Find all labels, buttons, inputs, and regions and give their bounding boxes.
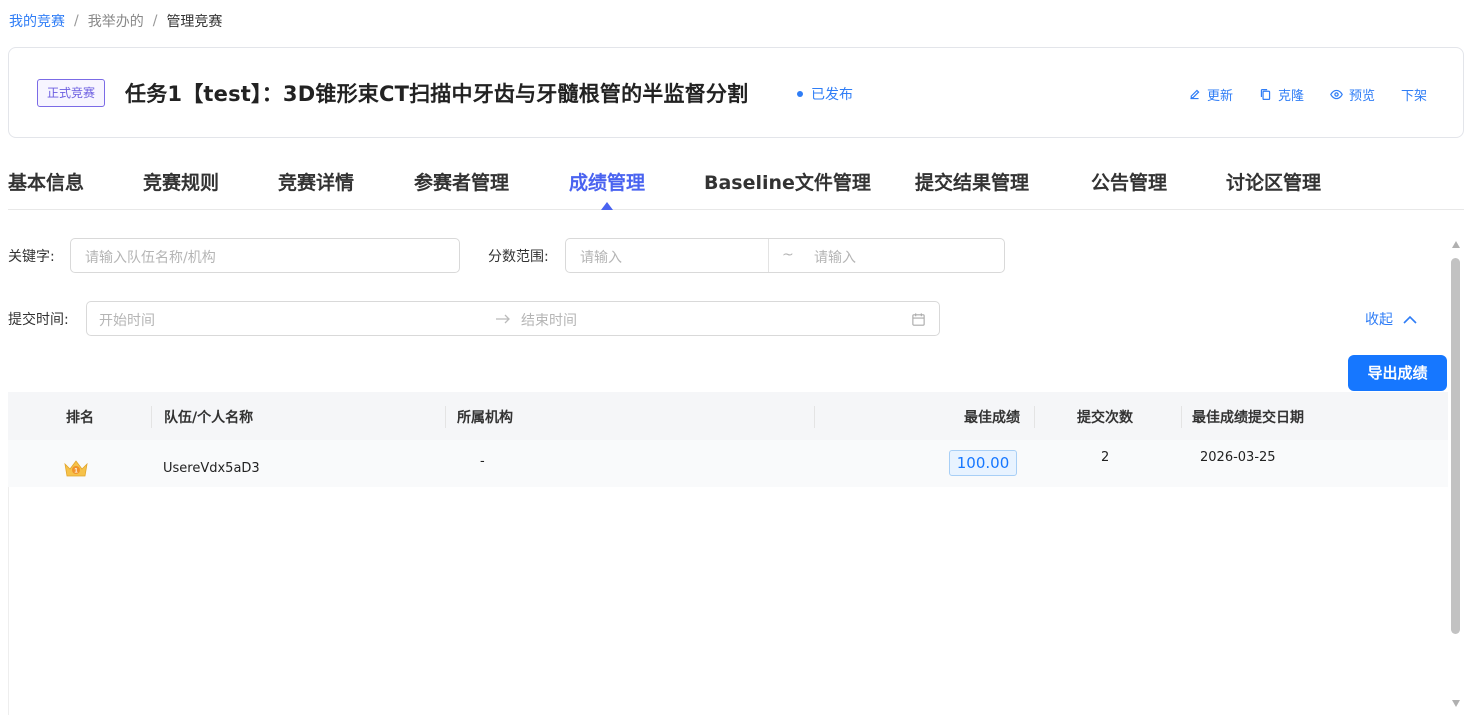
unpublish-label: 下架: [1400, 89, 1427, 104]
score-max-input[interactable]: 请输入: [814, 247, 856, 267]
export-scores-button[interactable]: 导出成绩: [1348, 355, 1447, 391]
panel-border: [8, 487, 9, 715]
official-competition-tag: 正式竞赛: [37, 79, 106, 107]
tab-submissions[interactable]: 提交结果管理: [915, 168, 1029, 195]
status-label: 已发布: [811, 87, 853, 103]
competition-title: 任务1【test】：3D锥形束CT扫描中牙齿与牙髓根管的半监督分割: [125, 82, 749, 106]
edit-icon: [1190, 89, 1200, 100]
range-separator: ~: [782, 247, 794, 263]
tab-discussion[interactable]: 讨论区管理: [1226, 168, 1321, 195]
breadcrumb-my-competitions[interactable]: 我的竞赛: [9, 11, 65, 31]
preview-button[interactable]: 预览: [1330, 85, 1375, 104]
update-label: 更新: [1206, 89, 1233, 104]
header-actions: 更新 克隆 预览 下架: [1188, 85, 1427, 104]
table-row[interactable]: 1 UsereVdx5aD3 - 100.00 2 2026-03-25: [8, 440, 1448, 487]
column-submission-count: 提交次数: [1077, 410, 1133, 426]
breadcrumb-separator: /: [74, 13, 79, 29]
tab-basic-info[interactable]: 基本信息: [8, 168, 84, 195]
best-score-cell: 100.00: [949, 450, 1017, 476]
column-rank: 排名: [66, 410, 94, 426]
tab-participants[interactable]: 参赛者管理: [414, 168, 509, 195]
clone-label: 克隆: [1277, 89, 1304, 104]
range-divider: [768, 239, 769, 272]
breadcrumb-current: 管理竞赛: [166, 14, 223, 30]
update-button[interactable]: 更新: [1188, 85, 1233, 104]
organization-cell: -: [480, 454, 485, 469]
table-header: 排名 队伍/个人名称 所属机构 最佳成绩 提交次数 最佳成绩提交日期: [8, 392, 1448, 440]
tab-baseline-files[interactable]: Baseline文件管理: [704, 168, 871, 195]
tab-rules[interactable]: 竞赛规则: [143, 168, 219, 195]
start-time-input[interactable]: 开始时间: [99, 310, 155, 330]
keyword-label: 关键字:: [8, 249, 55, 265]
column-divider: [445, 406, 446, 428]
column-divider: [814, 406, 815, 428]
scroll-up-arrow-icon[interactable]: [1452, 241, 1460, 248]
copy-icon: [1260, 89, 1271, 100]
end-time-input[interactable]: 结束时间: [521, 310, 577, 330]
column-organization: 所属机构: [457, 410, 513, 426]
arrow-right-icon: [496, 314, 510, 324]
status-badge: 已发布: [797, 84, 853, 104]
status-dot-icon: [797, 91, 803, 97]
keyword-placeholder: 请输入队伍名称/机构: [85, 250, 216, 266]
collapse-filters-button[interactable]: 收起: [1365, 309, 1417, 329]
scroll-down-arrow-icon[interactable]: [1452, 700, 1460, 707]
eye-icon: [1330, 89, 1343, 100]
active-tab-caret-icon: [601, 202, 613, 210]
column-best-score: 最佳成绩: [964, 410, 1020, 426]
submit-time-range-picker[interactable]: 开始时间 结束时间: [86, 301, 940, 336]
breadcrumb: 我的竞赛 / 我举办的 / 管理竞赛: [9, 11, 222, 31]
chevron-up-icon: [1403, 315, 1417, 324]
management-tabs: 基本信息 竞赛规则 竞赛详情 参赛者管理 成绩管理 Baseline文件管理 提…: [8, 160, 1464, 210]
gold-medal-icon: 1: [64, 460, 88, 477]
score-range-label: 分数范围:: [488, 249, 549, 265]
column-divider: [1181, 406, 1182, 428]
tab-announcements[interactable]: 公告管理: [1091, 168, 1167, 195]
unpublish-button[interactable]: 下架: [1401, 85, 1427, 104]
calendar-icon: [912, 313, 925, 326]
score-min-input[interactable]: 请输入: [580, 247, 622, 267]
tab-details[interactable]: 竞赛详情: [278, 168, 354, 195]
tab-scores[interactable]: 成绩管理: [569, 168, 646, 210]
clone-button[interactable]: 克隆: [1259, 85, 1304, 104]
column-divider: [151, 406, 152, 428]
collapse-label: 收起: [1365, 312, 1393, 328]
column-divider: [1034, 406, 1035, 428]
column-team-name: 队伍/个人名称: [164, 410, 254, 426]
breadcrumb-hosted[interactable]: 我举办的: [88, 11, 144, 31]
tab-scores-label: 成绩管理: [569, 172, 646, 194]
competition-header-card: 正式竞赛 任务1【test】：3D锥形束CT扫描中牙齿与牙髓根管的半监督分割 已…: [8, 47, 1464, 138]
submission-count-cell: 2: [1101, 450, 1110, 465]
breadcrumb-separator: /: [152, 13, 158, 29]
column-best-score-date: 最佳成绩提交日期: [1192, 410, 1304, 426]
preview-label: 预览: [1348, 89, 1375, 104]
keyword-input[interactable]: 请输入队伍名称/机构: [70, 238, 460, 273]
scrollbar-thumb[interactable]: [1451, 258, 1460, 634]
team-name-cell: UsereVdx5aD3: [163, 461, 260, 476]
best-score-date-cell: 2026-03-25: [1200, 450, 1276, 465]
score-range-input: 请输入 ~ 请输入: [565, 238, 1005, 273]
submit-time-label: 提交时间:: [8, 312, 69, 328]
